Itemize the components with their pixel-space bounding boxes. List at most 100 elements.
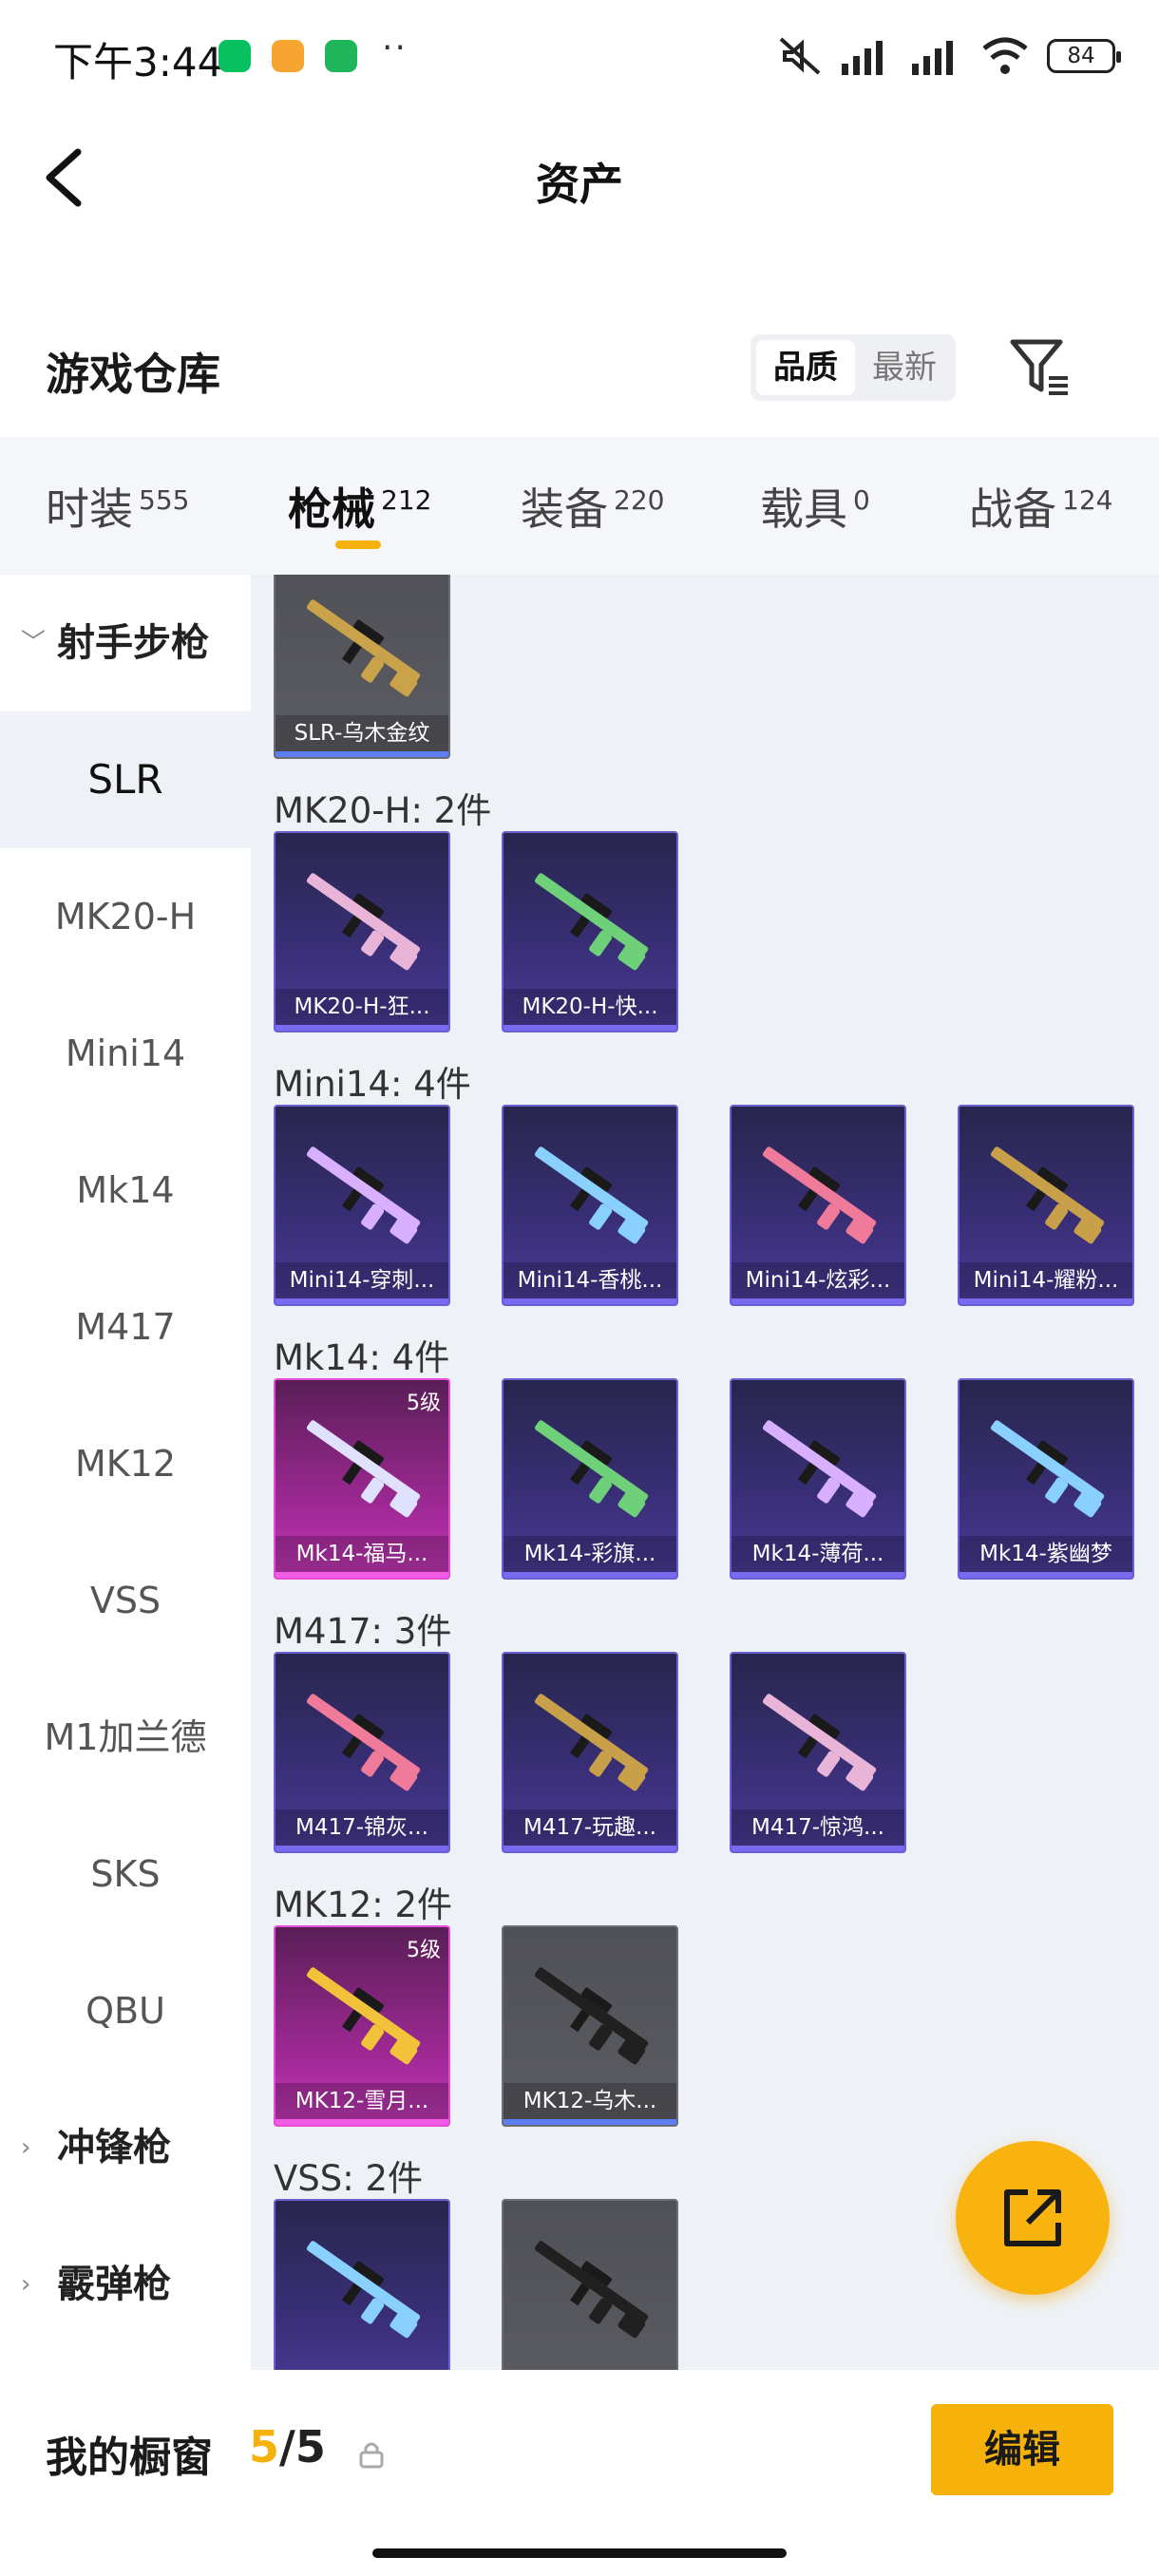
status-time: 下午3:44: [53, 39, 223, 85]
sidebar-item-mk20h[interactable]: MK20-H: [0, 848, 251, 985]
tab-guns[interactable]: 枪械 212: [288, 475, 431, 538]
chevron-right-icon: ›: [21, 2270, 31, 2299]
signal-hd-icon-2: [912, 41, 953, 75]
skin-name: M417-玩趣...: [504, 1809, 676, 1846]
sidebar: ﹀ 射手步枪 SLR MK20-H Mini14 Mk14 M417 MK12 V…: [0, 575, 251, 2370]
showcase-current: 5: [249, 2421, 280, 2472]
showcase-bar: 我的橱窗 5/5 编辑: [0, 2370, 1159, 2576]
share-button[interactable]: [956, 2141, 1110, 2295]
rarity-bar: [276, 751, 448, 757]
tab-label: 枪械: [288, 483, 375, 535]
rifle-icon: [762, 1420, 877, 1518]
skin-name: Mk14-薄荷...: [732, 1536, 904, 1572]
skin-card[interactable]: 5级 MK12-雪月...: [274, 1925, 450, 2127]
sidebar-item-mk14[interactable]: Mk14: [0, 1122, 251, 1259]
sidebar-item-sks[interactable]: SKS: [0, 1806, 251, 1942]
tab-count: 220: [614, 483, 665, 516]
rifle-icon: [762, 1146, 877, 1244]
sidebar-group-marksman[interactable]: ﹀ 射手步枪: [0, 575, 251, 711]
showcase-total: 5: [294, 2421, 326, 2472]
skin-card[interactable]: Mini14-香桃...: [502, 1105, 678, 1306]
group-title: MK20-H: 2件: [274, 790, 492, 831]
skin-card[interactable]: [274, 2199, 450, 2370]
sidebar-group-label: 冲锋枪: [57, 2126, 171, 2169]
skin-name: MK12-乌木...: [504, 2083, 676, 2119]
edit-button[interactable]: 编辑: [931, 2404, 1113, 2495]
skin-card[interactable]: Mk14-彩旗...: [502, 1378, 678, 1580]
group-title: MK12: 2件: [274, 1885, 453, 1925]
share-icon: [1004, 2189, 1061, 2246]
screen: 下午3:44 ·· 84 资产 游戏仓库 品质 最新 时装 555 枪械 212…: [0, 0, 1159, 2576]
group-title: VSS: 2件: [274, 2158, 424, 2199]
sidebar-group-shotgun[interactable]: › 霰弹枪: [0, 2216, 251, 2353]
sidebar-item-qbu[interactable]: QBU: [0, 1942, 251, 2079]
tab-vehicles[interactable]: 载具 0: [760, 475, 870, 538]
rifle-icon: [306, 1146, 421, 1244]
skin-name: M417-锦灰...: [276, 1809, 448, 1846]
skin-card[interactable]: MK20-H-狂...: [274, 831, 450, 1032]
sort-newest[interactable]: 最新: [857, 340, 952, 395]
sidebar-item-slr[interactable]: SLR: [0, 711, 251, 848]
skin-grid: SLR-乌木金纹 MK20-H: 2件 MK20-H-狂... MK20-H-快...…: [251, 575, 1159, 2370]
skin-name: Mini14-香桃...: [504, 1262, 676, 1298]
more-notifications: ··: [382, 28, 408, 67]
rarity-bar: [276, 1025, 448, 1031]
skin-card[interactable]: M417-锦灰...: [274, 1652, 450, 1853]
sidebar-item-m417[interactable]: M417: [0, 1259, 251, 1395]
skin-card[interactable]: 5级 Mk14-福马...: [274, 1378, 450, 1580]
sidebar-group-smg[interactable]: › 冲锋枪: [0, 2079, 251, 2216]
rifle-icon: [534, 1420, 649, 1518]
wechat-icon: [218, 40, 251, 72]
status-right: 84: [777, 32, 1121, 80]
sidebar-item-vss[interactable]: VSS: [0, 1532, 251, 1669]
skin-card[interactable]: MK12-乌木...: [502, 1925, 678, 2127]
tab-equipment[interactable]: 装备 220: [521, 475, 664, 538]
skin-card[interactable]: MK20-H-快...: [502, 831, 678, 1032]
sidebar-item-mk12[interactable]: MK12: [0, 1395, 251, 1532]
showcase-label: 我的橱窗: [46, 2434, 213, 2482]
skin-card[interactable]: Mk14-薄荷...: [730, 1378, 906, 1580]
skin-card[interactable]: Mini14-炫彩...: [730, 1105, 906, 1306]
sort-quality[interactable]: 品质: [756, 340, 855, 395]
sidebar-item-m1-garand[interactable]: M1加兰德: [0, 1669, 251, 1806]
skin-card[interactable]: M417-惊鸿...: [730, 1652, 906, 1853]
group-title: M417: 3件: [274, 1611, 452, 1652]
rarity-bar: [732, 1298, 904, 1304]
skin-name: Mini14-耀粉...: [960, 1262, 1132, 1298]
rifle-icon: [534, 2241, 649, 2339]
skin-card[interactable]: Mini14-耀粉...: [958, 1105, 1134, 1306]
rifle-icon: [306, 2241, 421, 2339]
tab-count: 0: [853, 483, 870, 516]
battery-icon: 84: [1047, 39, 1121, 73]
skin-card[interactable]: Mk14-紫幽梦: [958, 1378, 1134, 1580]
rarity-bar: [276, 1846, 448, 1851]
tab-count: 555: [139, 483, 190, 516]
rarity-bar: [504, 1025, 676, 1031]
showcase-count: 5/5: [249, 2421, 326, 2472]
skin-card[interactable]: [502, 2199, 678, 2370]
level-badge: 5级: [407, 1392, 441, 1415]
tab-fashion[interactable]: 时装 555: [46, 475, 189, 538]
skin-card[interactable]: M417-玩趣...: [502, 1652, 678, 1853]
rarity-bar: [960, 1572, 1132, 1578]
skin-name: Mini14-穿刺...: [276, 1262, 448, 1298]
rarity-bar: [732, 1572, 904, 1578]
rarity-bar: [732, 1846, 904, 1851]
chevron-right-icon: ›: [21, 2133, 31, 2162]
filter-icon[interactable]: [1007, 334, 1074, 401]
sidebar-item-mini14[interactable]: Mini14: [0, 985, 251, 1122]
sidebar-group-label: 霰弹枪: [57, 2263, 171, 2306]
tab-label: 战备: [969, 483, 1056, 535]
section-title: 游戏仓库: [46, 349, 220, 400]
home-indicator[interactable]: [372, 2548, 787, 2558]
rarity-bar: [504, 2119, 676, 2125]
tab-supplies[interactable]: 战备 124: [969, 475, 1112, 538]
group-title: Mini14: 4件: [274, 1064, 471, 1105]
rifle-icon: [306, 1967, 421, 2065]
skin-name: SLR-乌木金纹: [276, 715, 448, 751]
level-badge: 5级: [407, 1939, 441, 1962]
rarity-bar: [504, 1298, 676, 1304]
skin-card[interactable]: SLR-乌木金纹: [274, 575, 450, 759]
skin-card[interactable]: Mini14-穿刺...: [274, 1105, 450, 1306]
lock-icon: [359, 2442, 384, 2469]
